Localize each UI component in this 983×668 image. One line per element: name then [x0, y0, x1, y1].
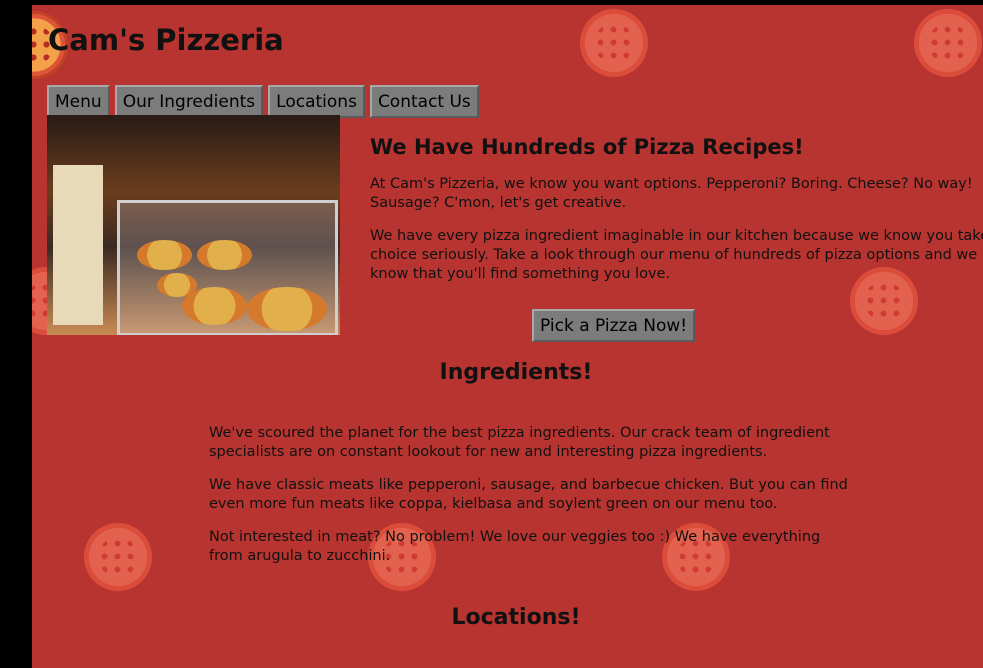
intro-paragraph: At Cam's Pizzeria, we know you want opti…: [370, 176, 973, 211]
page-body: Cam's Pizzeria Menu Our Ingredients Loca…: [32, 5, 983, 668]
main-nav: Menu Our Ingredients Locations Contact U…: [47, 85, 479, 118]
menu-sign: [53, 165, 103, 325]
intro-section: We Have Hundreds of Pizza Recipes! At Ca…: [370, 135, 983, 298]
pizza-slice-icon: [182, 287, 247, 325]
ingredients-paragraph: We've scoured the planet for the best pi…: [209, 425, 830, 460]
locations-heading: Locations!: [451, 605, 581, 630]
pizza-slice-icon: [137, 240, 192, 270]
intro-heading: We Have Hundreds of Pizza Recipes!: [370, 135, 804, 159]
nav-menu-button[interactable]: Menu: [47, 85, 110, 118]
ingredients-heading: Ingredients!: [439, 360, 593, 385]
nav-ingredients-button[interactable]: Our Ingredients: [114, 85, 264, 118]
nav-contact-button[interactable]: Contact Us: [369, 85, 479, 118]
pizza-background-icon: [84, 523, 152, 591]
site-title: Cam's Pizzeria: [48, 23, 284, 57]
ingredients-section: We've scoured the planet for the best pi…: [209, 424, 849, 580]
intro-paragraph: We have every pizza ingredient imaginabl…: [370, 228, 983, 282]
pizza-slice-icon: [247, 287, 327, 331]
pizza-background-icon: [580, 9, 648, 77]
nav-locations-button[interactable]: Locations: [268, 85, 365, 118]
ingredients-paragraph: We have classic meats like pepperoni, sa…: [209, 477, 848, 512]
pick-pizza-button[interactable]: Pick a Pizza Now!: [532, 309, 696, 342]
pizzeria-counter-photo: [47, 115, 340, 335]
ingredients-paragraph: Not interested in meat? No problem! We l…: [209, 529, 821, 564]
pizza-slice-icon: [197, 240, 252, 270]
pizza-background-icon: [914, 9, 982, 77]
